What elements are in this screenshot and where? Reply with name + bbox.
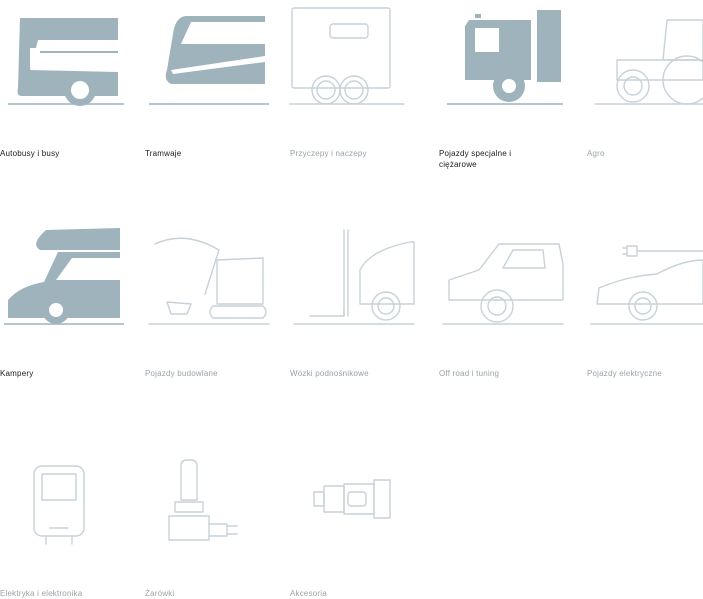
category-tile-electronics[interactable]: Elektryka i elektronika [0,440,130,598]
bus-icon [8,18,124,106]
category-tile-campers[interactable]: Kampery [0,220,130,395]
category-label: Pojazdy specjalne i ciężarowe [439,149,512,169]
category-tile-accessories[interactable]: Akcesoria [290,440,420,598]
category-tile-construction[interactable]: Pojazdy budowlane [145,220,275,395]
category-tile-agro[interactable]: Agro [587,0,703,175]
category-label: Agro [587,149,605,158]
category-label: Wózki podnośnikowe [290,369,369,378]
category-tile-offroad[interactable]: Off road i tuning [439,220,569,395]
category-label: Off road i tuning [439,369,500,378]
electric-car-icon [590,245,703,325]
category-tile-buses[interactable]: Autobusy i busy [0,0,130,175]
category-label: Przyczepy i naczepy [290,149,367,158]
bulb-icon [168,459,238,541]
category-label: Pojazdy budowlane [145,369,218,378]
truck-icon [447,10,563,105]
offroad-car-icon [442,243,564,325]
tractor-icon [594,19,703,105]
accessories-icon [313,479,391,519]
forklift-icon [293,229,415,325]
category-tile-bulbs[interactable]: Żarówki [145,440,275,598]
electronics-icon [33,465,85,545]
category-tile-special-trucks[interactable]: Pojazdy specjalne i ciężarowe [439,0,569,175]
tram-icon [149,16,269,105]
category-label: Autobusy i busy [0,149,60,158]
category-label: Elektryka i elektronika [0,589,83,598]
category-label: Żarówki [145,589,175,598]
category-label: Akcesoria [290,589,327,598]
category-label: Kampery [0,369,34,378]
category-tile-forklifts[interactable]: Wózki podnośnikowe [290,220,420,395]
category-tile-trams[interactable]: Tramwaje [145,0,275,175]
excavator-icon [148,237,270,325]
category-label: Tramwaje [145,149,182,158]
trailer-icon [289,7,405,105]
category-tile-trailers[interactable]: Przyczepy i naczepy [289,0,420,175]
category-label: Pojazdy elektryczne [587,369,662,378]
category-tile-electric[interactable]: Pojazdy elektryczne [587,220,703,395]
camper-icon [4,228,124,325]
